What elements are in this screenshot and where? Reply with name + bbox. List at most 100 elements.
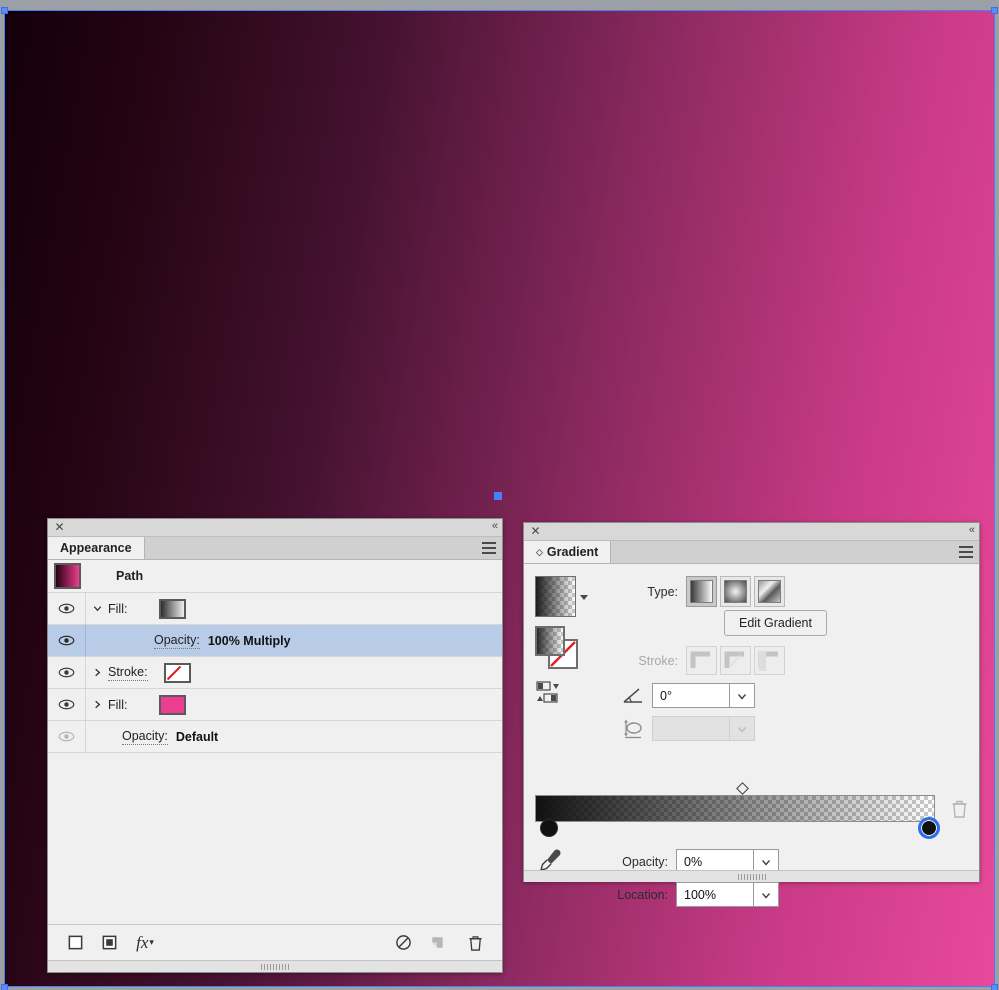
appearance-row-object-opacity[interactable]: Opacity: Default [48,721,502,753]
appearance-panel: ✕ « Appearance Path Fill: Opacity: 100% … [47,518,503,973]
duplicate-item-icon[interactable] [424,931,450,955]
appearance-empty-area[interactable] [48,753,502,924]
gradient-aspect-ratio-input [652,716,729,741]
visibility-toggle-fill-gradient[interactable] [48,593,86,624]
target-label: Path [116,569,144,583]
chevron-down-icon [729,716,755,741]
selection-handle-top-right[interactable] [991,7,998,14]
gradient-type-row: Type: [610,576,788,607]
row-label-stroke[interactable]: Stroke: [108,665,148,681]
visibility-toggle-fill-solid[interactable] [48,689,86,720]
gradient-ramp[interactable] [535,795,935,822]
row-value-object-opacity[interactable]: Default [176,730,218,744]
row-label-fill-opacity[interactable]: Opacity: [154,633,200,649]
collapse-icon[interactable]: « [969,524,975,536]
visibility-toggle-stroke[interactable] [48,657,86,688]
triangle-down-icon[interactable] [580,595,588,600]
stroke-across-icon[interactable] [754,646,785,675]
stroke-within-icon[interactable] [686,646,717,675]
appearance-panel-resize-grip[interactable] [48,960,502,972]
eye-icon [58,699,75,710]
delete-stop-trash-icon[interactable] [950,798,970,820]
linear-gradient-icon[interactable] [686,576,717,607]
gradient-angle-row: 0° [621,683,755,708]
gradient-opacity-label: Opacity: [622,854,668,869]
none-swatch[interactable] [163,662,191,683]
reverse-gradient-icon[interactable] [536,680,566,706]
appearance-target-row[interactable]: Path [48,560,502,593]
row-label-fill-gradient: Fill: [108,601,128,616]
radial-gradient-icon[interactable] [720,576,751,607]
tab-appearance-label: Appearance [60,541,132,555]
gradient-midpoint-icon[interactable] [736,782,749,795]
close-icon[interactable]: ✕ [53,521,66,534]
fill-indicator[interactable] [535,626,565,656]
gradient-panel-body: Type: Edit Gradient Stroke: 0° Opacity: … [524,564,979,907]
new-stroke-icon[interactable] [62,931,88,955]
panel-menu-icon[interactable] [959,546,973,558]
freeform-gradient-icon[interactable] [754,576,785,607]
gradient-tab-strip: ◇ Gradient [524,541,979,564]
clear-appearance-icon[interactable] [390,931,416,955]
eye-icon [58,603,75,614]
gradient-type-label: Type: [647,584,678,599]
visibility-toggle-fill-opacity[interactable] [48,625,86,656]
gradient-stroke-row: Stroke: [610,646,788,675]
close-icon[interactable]: ✕ [529,525,542,538]
magenta-swatch[interactable] [159,694,187,715]
tab-gradient-label: Gradient [546,545,599,559]
disclosure-fill-gradient[interactable] [86,593,108,624]
gradient-stroke-label: Stroke: [638,653,678,668]
anchor-point-marker[interactable] [494,492,502,500]
fx-icon[interactable]: fx ▾ [130,931,160,955]
appearance-row-fill-solid[interactable]: Fill: [48,689,502,721]
tab-gradient[interactable]: ◇ Gradient [524,541,612,563]
selection-handle-top-left[interactable] [1,7,8,14]
chevron-right-icon [94,700,100,709]
gradient-stop-1[interactable] [918,817,940,839]
gradient-panel-resize-grip[interactable] [524,870,979,882]
target-thumbnail-cell [48,560,86,592]
chevron-down-icon[interactable] [729,683,755,708]
row-label-object-opacity[interactable]: Opacity: [122,729,168,745]
collapse-icon[interactable]: « [492,520,498,532]
fill-stroke-indicator[interactable] [535,626,579,670]
gradient-panel-titlebar: ✕ « [524,523,979,541]
disclosure-stroke[interactable] [86,657,108,688]
chevron-down-icon [93,606,101,612]
gradient-angle-input[interactable]: 0° [652,683,729,708]
chevron-down-icon[interactable] [753,882,779,907]
appearance-panel-titlebar: ✕ « [48,519,502,537]
gradient-location-label: Location: [617,887,668,902]
visibility-toggle-object-opacity[interactable] [48,721,86,752]
appearance-footer: fx ▾ [48,924,502,960]
edit-gradient-button[interactable]: Edit Gradient [724,610,827,636]
gradient-location-input[interactable]: 100% [676,882,753,907]
appearance-row-stroke[interactable]: Stroke: [48,657,502,689]
gradient-location-row: Location: 100% [592,882,779,907]
selection-handle-bottom-right[interactable] [991,984,998,990]
app-window: ✕ « Appearance Path Fill: Opacity: 100% … [0,0,999,990]
disclosure-fill-solid[interactable] [86,689,108,720]
appearance-list: Path Fill: Opacity: 100% Multiply Stroke… [48,560,502,924]
gradient-stop-0[interactable] [540,819,558,837]
trash-icon[interactable] [462,931,488,955]
tab-appearance[interactable]: Appearance [48,537,145,559]
no-color-icon [166,665,181,680]
gradient-swatch[interactable] [159,598,187,619]
panel-menu-icon[interactable] [482,542,496,554]
appearance-row-fill-gradient[interactable]: Fill: [48,593,502,625]
stroke-along-icon[interactable] [720,646,751,675]
aspect-ratio-icon [621,718,645,740]
new-fill-icon[interactable] [96,931,122,955]
gradient-stop-slider[interactable] [535,782,971,839]
angle-icon [621,685,645,707]
eye-icon [58,635,75,646]
gradient-preview[interactable] [535,576,576,617]
appearance-row-fill-opacity[interactable]: Opacity: 100% Multiply [48,625,502,657]
diamond-icon: ◇ [536,546,543,557]
row-value-fill-opacity[interactable]: 100% Multiply [208,634,291,648]
gradient-aspect-ratio-row [621,716,755,741]
row-indent [86,625,154,656]
selection-handle-bottom-left[interactable] [1,984,8,990]
